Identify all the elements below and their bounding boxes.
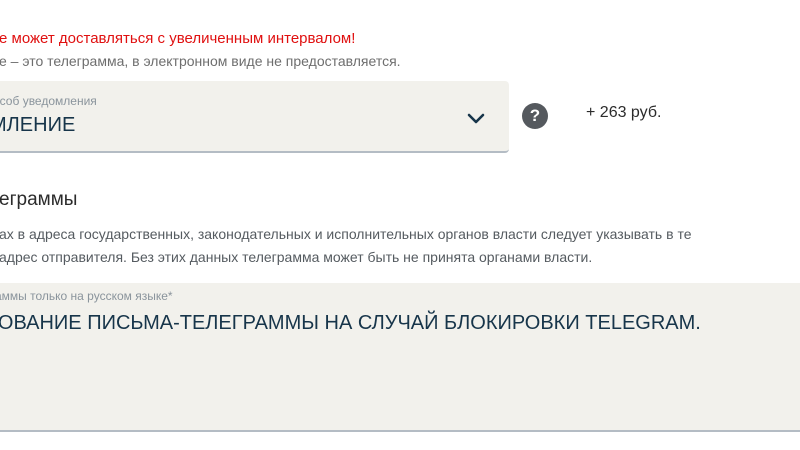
telegram-message-label: аммы только на русском языке* [0, 289, 173, 303]
chevron-down-icon[interactable] [464, 108, 488, 128]
telegram-text-section-title: еграммы [0, 189, 78, 210]
notification-price: + 263 руб. [586, 104, 662, 121]
delivery-warning: е может доставляться с увеличенным интер… [0, 30, 356, 47]
delivery-note: е – это телеграмма, в электронном виде н… [0, 53, 401, 69]
address-hint-line-1: ах в адреса государственных, законодател… [0, 226, 692, 242]
help-question-icon[interactable]: ? [522, 103, 548, 129]
telegram-message-value[interactable]: РОВАНИЕ ПИСЬМА-ТЕЛЕГРАММЫ НА СЛУЧАЙ БЛОК… [0, 312, 701, 335]
notification-method-select[interactable]: особ уведомления МЛЕНИЕ [0, 81, 509, 153]
telegram-message-textarea[interactable]: аммы только на русском языке* РОВАНИЕ ПИ… [0, 283, 800, 432]
notification-method-value: МЛЕНИЕ [0, 114, 76, 136]
page: е может доставляться с увеличенным интер… [0, 0, 800, 450]
address-hint-line-2: адрес отправителя. Без этих данных телег… [0, 249, 593, 265]
notification-method-label: особ уведомления [0, 94, 97, 108]
